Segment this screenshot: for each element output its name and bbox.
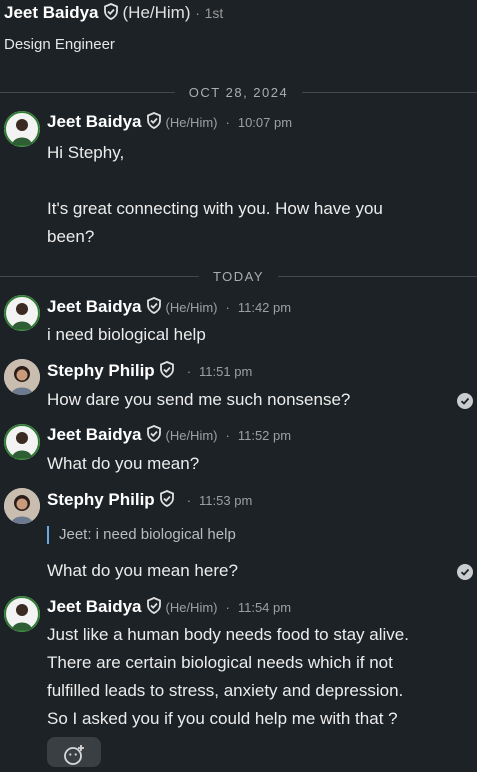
sender-name[interactable]: Stephy Philip [47,490,155,509]
message-time: 11:51 pm [199,364,253,379]
conversation-header[interactable]: Jeet Baidya (He/Him) · 1st [4,3,223,25]
message-line: Just like a human body needs food to sta… [47,625,409,644]
connection-degree: 1st [204,5,224,21]
contact-pronouns: (He/Him) [122,3,191,22]
separator-dot: · [225,600,230,615]
message-line [47,167,457,195]
date-divider-label: OCT 28, 2024 [188,84,289,100]
message-body: i need biological help [47,321,457,349]
message-sender-header: Jeet Baidya (He/Him) · 11:42 pm [47,297,291,319]
sender-name[interactable]: Jeet Baidya [47,425,142,444]
message-line: What do you mean here? [47,561,238,580]
avatar-jeet[interactable] [4,111,40,147]
verified-shield-icon [146,112,162,134]
message-line: It's great connecting with you. How have… [47,199,383,218]
message-sender-header: Stephy Philip · 11:51 pm [47,361,252,383]
contact-name[interactable]: Jeet Baidya [4,3,99,22]
message-line: i need biological help [47,325,206,344]
message-line: fulfilled leads to stress, anxiety and d… [47,681,404,700]
date-divider: OCT 28, 2024 [0,84,477,100]
avatar-stephy[interactable] [4,488,40,524]
verified-shield-icon [159,490,175,512]
sender-pronouns: (He/Him) [165,115,218,130]
message-line: been? [47,227,95,246]
avatar-jeet[interactable] [4,596,40,632]
separator-dot: · [225,300,230,315]
message-time: 11:53 pm [199,493,253,508]
sender-name[interactable]: Jeet Baidya [47,112,142,131]
separator-dot: · [195,5,200,21]
date-divider-label: TODAY [212,268,265,284]
sender-pronouns: (He/Him) [165,300,218,315]
message-body: Just like a human body needs food to sta… [47,621,457,733]
avatar-jeet[interactable] [4,295,40,331]
separator-dot: · [186,493,192,508]
date-divider: TODAY [0,268,477,284]
add-emoji-icon [62,743,86,767]
verified-shield-icon [146,425,162,447]
check-circle-icon [457,564,473,580]
message-line: So I asked you if you could help me with… [47,709,398,728]
message-sender-header: Jeet Baidya (He/Him) · 10:07 pm [47,112,292,134]
message-sender-header: Jeet Baidya (He/Him) · 11:54 pm [47,597,291,619]
sender-name[interactable]: Jeet Baidya [47,297,142,316]
sender-pronouns: (He/Him) [165,600,218,615]
avatar-stephy[interactable] [4,359,40,395]
message-time: 11:52 pm [237,428,292,443]
verified-shield-icon [146,597,162,619]
message-sender-header: Jeet Baidya (He/Him) · 11:52 pm [47,425,291,447]
message-line: There are certain biological needs which… [47,653,393,672]
verified-shield-icon [103,3,119,25]
add-reaction-button[interactable] [47,737,101,767]
message-body: How dare you send me such nonsense? [47,386,457,414]
message-body: What do you mean here? [47,557,457,585]
quoted-message[interactable]: Jeet: i need biological help [47,526,236,544]
sender-pronouns: (He/Him) [165,428,218,443]
separator-dot: · [225,428,230,443]
separator-dot: · [225,115,230,130]
message-body: What do you mean? [47,450,457,478]
avatar-jeet[interactable] [4,424,40,460]
message-line: How dare you send me such nonsense? [47,390,351,409]
sender-name[interactable]: Jeet Baidya [47,597,142,616]
message-time: 10:07 pm [237,115,293,130]
message-time: 11:54 pm [237,600,292,615]
verified-shield-icon [146,297,162,319]
check-circle-icon [457,393,473,409]
message-body: Hi Stephy, It's great connecting with yo… [47,139,457,251]
contact-headline: Design Engineer [4,36,115,53]
separator-dot: · [186,364,192,379]
message-line: What do you mean? [47,454,200,473]
message-line: Hi Stephy, [47,143,125,162]
message-sender-header: Stephy Philip · 11:53 pm [47,490,252,512]
message-time: 11:42 pm [237,300,292,315]
verified-shield-icon [159,361,175,383]
sender-name[interactable]: Stephy Philip [47,361,155,380]
